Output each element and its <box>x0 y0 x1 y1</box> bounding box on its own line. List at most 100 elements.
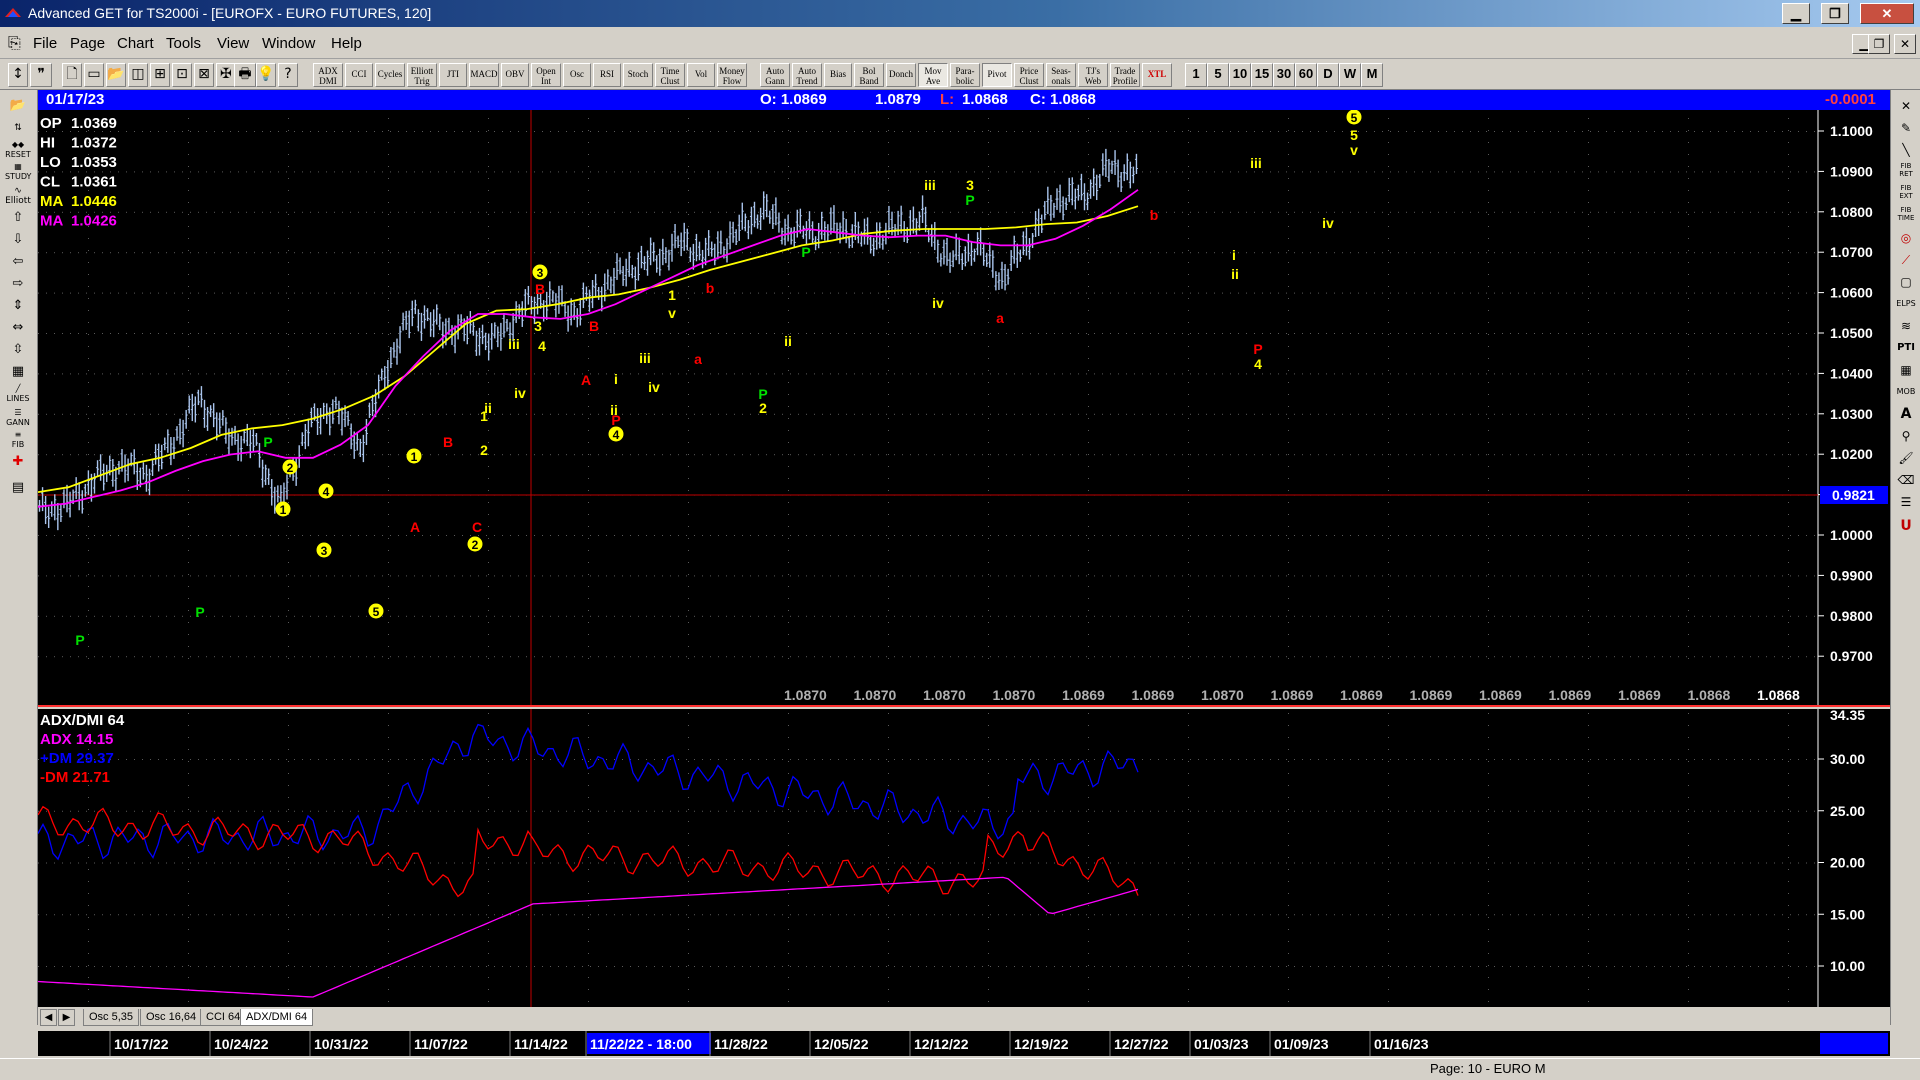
study-time-clust-button[interactable]: Time Clust <box>655 63 685 87</box>
gann-icon[interactable]: ☰ GANN <box>5 408 31 428</box>
study-trade-profile-button[interactable]: Trade Profile <box>1110 63 1140 87</box>
fib-ext-icon[interactable]: FIB EXT <box>1894 184 1918 204</box>
study-rsi-button[interactable]: RSI <box>593 63 621 87</box>
study-cycles-button[interactable]: Cycles <box>375 63 405 87</box>
menu-view[interactable]: View <box>217 35 249 52</box>
menu-chart[interactable]: Chart <box>117 35 154 52</box>
undo-icon[interactable]: U <box>1894 516 1918 536</box>
timeframe-monthly-button[interactable]: M <box>1361 63 1383 87</box>
mdi-close-button[interactable]: ✕ <box>1894 34 1916 54</box>
quote-tool-icon[interactable]: ❞ <box>30 63 52 87</box>
window-icon[interactable]: ▭ <box>84 63 104 87</box>
print-icon[interactable]: 🖶 <box>234 63 256 87</box>
menu-page[interactable]: Page <box>70 35 105 52</box>
erase-icon[interactable]: ⌫ <box>1894 470 1918 490</box>
study-obv-button[interactable]: OBV <box>501 63 529 87</box>
fan-tool-icon[interactable]: ⟋ <box>1894 250 1918 270</box>
elliott-icon[interactable]: ∿ Elliott <box>5 186 31 206</box>
study-osc-button[interactable]: Osc <box>563 63 591 87</box>
expand-horizontal-icon[interactable]: ⇔ <box>5 318 31 338</box>
timeframe-weekly-button[interactable]: W <box>1339 63 1361 87</box>
study-parabolic-button[interactable]: Para- bolic <box>950 63 980 87</box>
pencil-icon[interactable]: ✎ <box>1894 118 1918 138</box>
study-icon[interactable]: ▦ STUDY <box>5 162 31 182</box>
study-tjs-web-button[interactable]: TJ's Web <box>1078 63 1108 87</box>
study-price-clust-button[interactable]: Price Clust <box>1014 63 1044 87</box>
menu-window[interactable]: Window <box>262 35 315 52</box>
calculator-icon[interactable]: ▤ <box>5 478 31 498</box>
close-button[interactable]: ✕ <box>1860 3 1914 24</box>
study-stoch-button[interactable]: Stoch <box>623 63 653 87</box>
timeframe-10-button[interactable]: 10 <box>1229 63 1251 87</box>
brush-icon[interactable]: 🖌 <box>1894 448 1918 468</box>
arrow-left-icon[interactable]: ⇦ <box>5 252 31 272</box>
x-close-tool-icon[interactable]: ✕ <box>1894 96 1918 116</box>
menu-help[interactable]: Help <box>331 35 362 52</box>
box-tool-icon[interactable]: ▢ <box>1894 272 1918 292</box>
circle-tool-icon[interactable]: ◎ <box>1894 228 1918 248</box>
study-vol-button[interactable]: Vol <box>687 63 715 87</box>
study-open-int-button[interactable]: Open Int <box>531 63 561 87</box>
arrow-down-icon[interactable]: ⇩ <box>5 230 31 250</box>
study-bol-band-button[interactable]: Bol Band <box>854 63 884 87</box>
study-jti-button[interactable]: JTI <box>439 63 467 87</box>
study-auto-trend-button[interactable]: Auto Trend <box>792 63 822 87</box>
timeframe-daily-button[interactable]: D <box>1317 63 1339 87</box>
lines-icon[interactable]: ╱ LINES <box>5 384 31 404</box>
cursor-tool-icon[interactable]: ↕ <box>8 63 28 87</box>
mdi-restore-button[interactable]: ❐ <box>1868 34 1890 54</box>
study-adx-dmi-button[interactable]: ADX DMI <box>313 63 343 87</box>
grid-view-icon[interactable]: ▦ <box>5 362 31 382</box>
ellipse-tool-icon[interactable]: ELPS <box>1894 294 1918 314</box>
study-money-flow-button[interactable]: Money Flow <box>717 63 747 87</box>
arrow-up-icon[interactable]: ⇧ <box>5 208 31 228</box>
reset-icon[interactable]: ◆◆ RESET <box>5 140 31 160</box>
list-tool-icon[interactable]: ☰ <box>1894 492 1918 512</box>
open-icon[interactable]: 📂 <box>5 96 31 116</box>
settings-icon[interactable]: ✠ <box>216 63 236 87</box>
open-folder-icon[interactable]: 📂 <box>106 63 126 87</box>
compress-icon[interactable]: ⇳ <box>5 340 31 360</box>
study-bias-button[interactable]: Bias <box>824 63 852 87</box>
study-donch-button[interactable]: Donch <box>886 63 916 87</box>
new-chart-icon[interactable]: 🗋 <box>62 63 82 87</box>
crosshair-box-icon[interactable]: ⊠ <box>194 63 214 87</box>
study-auto-gann-button[interactable]: Auto Gann <box>760 63 790 87</box>
expand-vertical-icon[interactable]: ⇕ <box>5 296 31 316</box>
arrow-right-icon[interactable]: ⇨ <box>5 274 31 294</box>
grid-icon[interactable]: ⊞ <box>150 63 170 87</box>
fib-icon[interactable]: ≡ FIB <box>5 430 31 450</box>
magnify-icon[interactable]: ⚲ <box>1894 426 1918 446</box>
timeframe-30-button[interactable]: 30 <box>1273 63 1295 87</box>
zoom-box-icon[interactable]: ⊡ <box>172 63 192 87</box>
mob-icon[interactable]: MOB <box>1894 382 1918 402</box>
crosshair-icon[interactable]: ✚ <box>5 452 31 472</box>
study-seasonals-button[interactable]: Seas- onals <box>1046 63 1076 87</box>
timeframe-5-button[interactable]: 5 <box>1207 63 1229 87</box>
study-macd-button[interactable]: MACD <box>469 63 499 87</box>
price-chart[interactable]: 1.1000 1.0900 1.0800 1.0700 1.0600 1.0500 1.04… <box>38 110 1890 707</box>
menu-file[interactable]: File <box>33 35 57 52</box>
text-tool-icon[interactable]: A <box>1894 404 1918 424</box>
study-pivot-button[interactable]: Pivot <box>982 63 1012 87</box>
study-mov-ave-button[interactable]: Mov Ave <box>918 63 948 87</box>
document-icon[interactable]: ⎘ <box>8 33 21 53</box>
study-cci-button[interactable]: CCI <box>345 63 373 87</box>
timeframe-60-button[interactable]: 60 <box>1295 63 1317 87</box>
timeframe-15-button[interactable]: 15 <box>1251 63 1273 87</box>
lightbulb-icon[interactable]: 💡 <box>256 63 276 87</box>
maximize-button[interactable]: ❐ <box>1821 3 1849 24</box>
study-xtl-button[interactable]: XTL <box>1142 63 1172 87</box>
minimize-button[interactable]: ▁ <box>1782 3 1810 24</box>
study-elliott-trig-button[interactable]: Elliott Trig <box>407 63 437 87</box>
help-icon[interactable]: ? <box>278 63 298 87</box>
fib-time-icon[interactable]: FIB TIME <box>1894 206 1918 226</box>
grid-tool-icon[interactable]: ▦ <box>1894 360 1918 380</box>
pti-icon[interactable]: PTI <box>1894 338 1918 358</box>
line-tool-icon[interactable]: ╲ <box>1894 140 1918 160</box>
fib-ret-icon[interactable]: FIB RET <box>1894 162 1918 182</box>
timeframe-1-button[interactable]: 1 <box>1185 63 1207 87</box>
wave-tool-icon[interactable]: ≋ <box>1894 316 1918 336</box>
tile-icon[interactable]: ◫ <box>128 63 148 87</box>
sort-icon[interactable]: ⇅ <box>5 118 31 138</box>
